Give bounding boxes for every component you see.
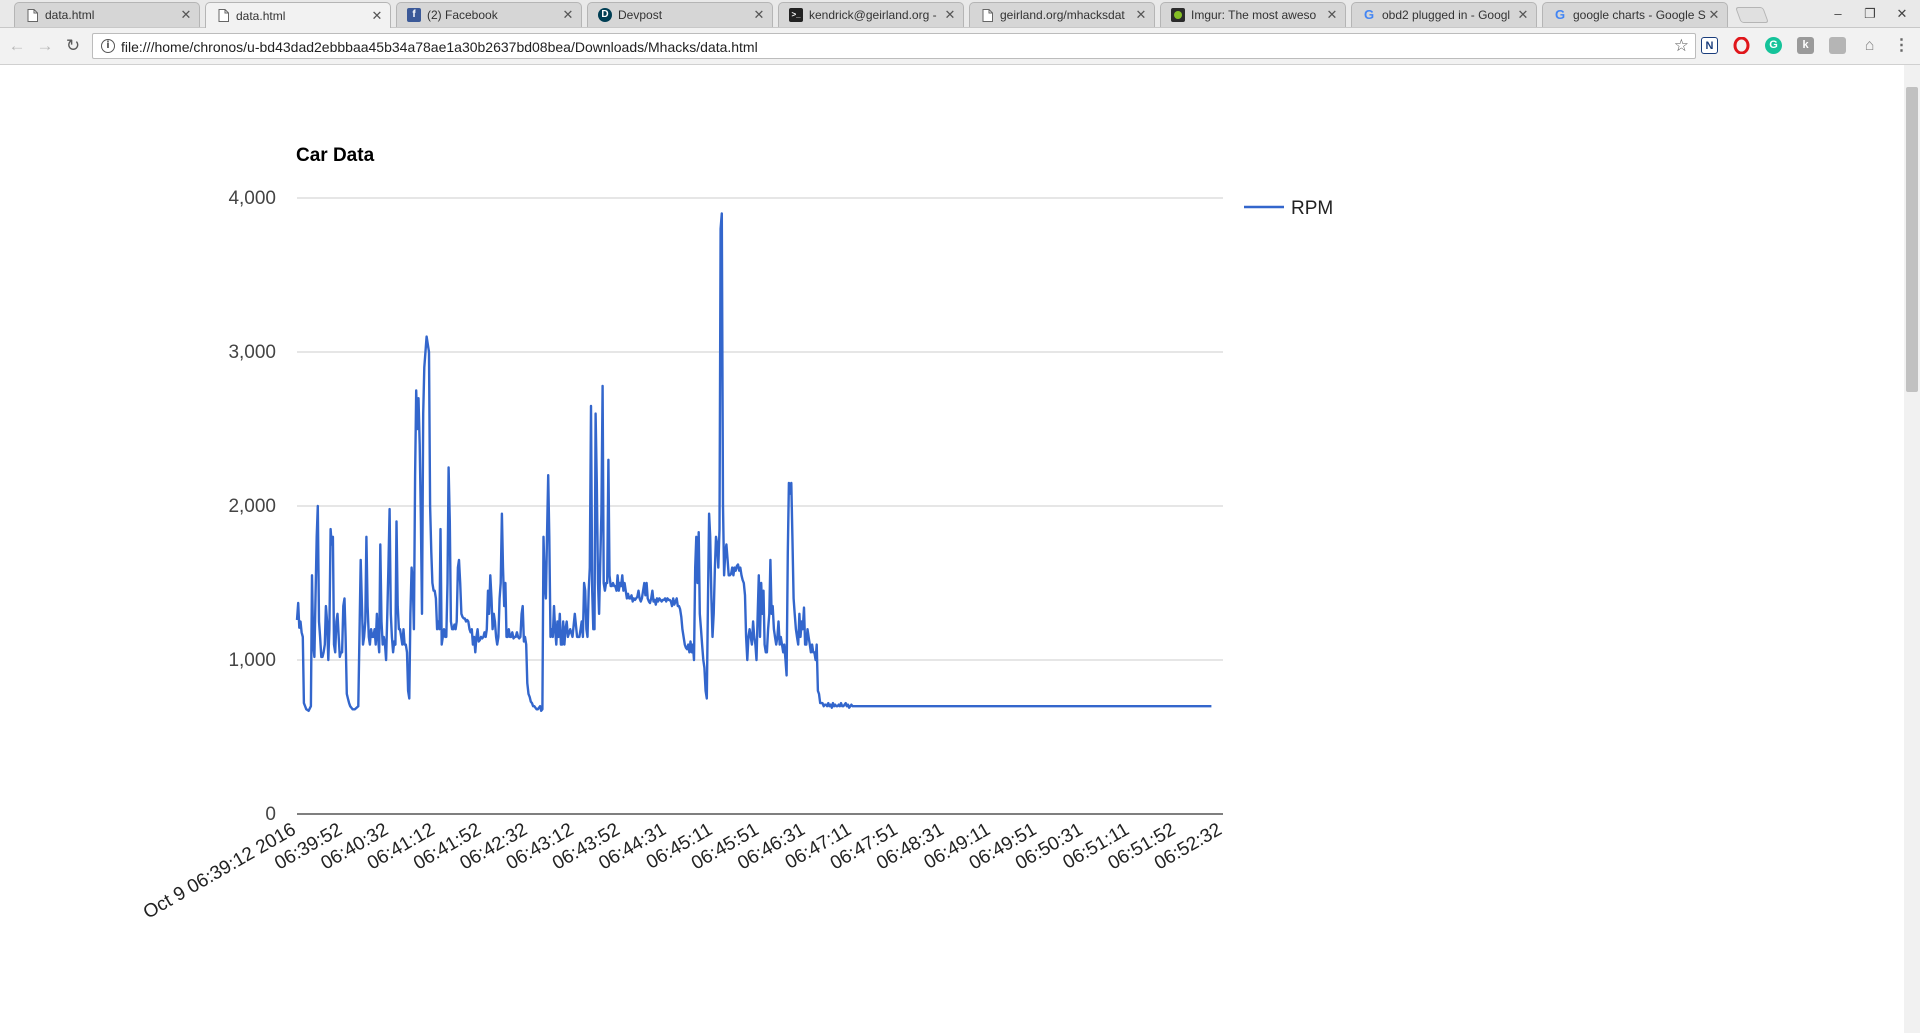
url-text[interactable]: file:///home/chronos/u-bd43dad2ebbbaa45b… (121, 39, 758, 55)
close-icon[interactable]: ✕ (752, 7, 766, 23)
tab-title: google charts - Google S (1573, 8, 1706, 22)
legend-label-rpm: RPM (1291, 198, 1333, 219)
close-icon[interactable]: ✕ (1516, 7, 1530, 23)
page-content: Car Data 0 1,000 2,000 3,000 4,000 Oct 9 06:… (0, 65, 1920, 1033)
x-axis-labels: Oct 9 06:39:12 201606:39:5206:40:3206:41… (140, 819, 1226, 923)
y-axis-labels: 0 1,000 2,000 3,000 4,000 (228, 188, 276, 825)
close-icon[interactable]: ✕ (370, 8, 384, 24)
tab-title: data.html (236, 8, 286, 23)
google-icon: G (1363, 7, 1375, 22)
y-tick-label: 4,000 (228, 188, 276, 209)
tab-title: Devpost (618, 8, 663, 22)
tab-facebook[interactable]: f (2) Facebook ✕ (396, 2, 582, 27)
close-icon[interactable]: ✕ (561, 7, 575, 23)
tab-strip: data.html ✕ data.html ✕ f (2) Facebook ✕… (0, 0, 1920, 28)
line-chart: Car Data 0 1,000 2,000 3,000 4,000 Oct 9 06:… (140, 145, 1333, 923)
legend: RPM (1244, 198, 1333, 219)
devpost-icon: D (598, 8, 612, 22)
tab-imgur[interactable]: Imgur: The most aweso ✕ (1160, 2, 1346, 27)
vertical-scrollbar[interactable] (1904, 65, 1920, 1033)
gridlines (297, 197, 1223, 815)
tab-google-obd2[interactable]: G obd2 plugged in - Googl ✕ (1351, 2, 1537, 27)
close-window-icon[interactable]: ✕ (1890, 4, 1914, 24)
document-icon (216, 9, 230, 23)
tab-terminal[interactable]: >_ kendrick@geirland.org - ✕ (778, 2, 964, 27)
reload-icon[interactable]: ↻ (62, 35, 84, 57)
tab-title: data.html (45, 8, 95, 22)
x-tick-label: Oct 9 06:39:12 2016 (140, 819, 300, 923)
address-bar[interactable]: i file:///home/chronos/u-bd43dad2ebbbaa4… (92, 33, 1696, 59)
chart-title: Car Data (296, 145, 375, 166)
close-icon[interactable]: ✕ (943, 7, 957, 23)
close-icon[interactable]: ✕ (179, 7, 193, 23)
grammarly-extension-icon[interactable]: G (1765, 37, 1782, 54)
minimize-icon[interactable]: ‒ (1826, 4, 1850, 24)
y-tick-label: 0 (265, 804, 276, 825)
tab-title: obd2 plugged in - Googl (1382, 8, 1511, 22)
tab-data-html-2[interactable]: data.html ✕ (205, 2, 391, 28)
tab-title: Imgur: The most aweso (1191, 8, 1317, 22)
tab-geirland[interactable]: geirland.org/mhacksdat ✕ (969, 2, 1155, 27)
tab-title: kendrick@geirland.org - (809, 8, 937, 22)
facebook-icon: f (407, 8, 421, 22)
new-tab-button[interactable] (1735, 7, 1769, 23)
series-line-rpm (295, 212, 1212, 712)
info-icon[interactable]: i (101, 39, 115, 53)
close-icon[interactable]: ✕ (1707, 7, 1721, 23)
tab-google-charts[interactable]: G google charts - Google S ✕ (1542, 2, 1728, 27)
browser-toolbar: ← → ↻ i file:///home/chronos/u-bd43dad2e… (0, 28, 1920, 65)
imgur-icon (1171, 8, 1185, 22)
star-icon[interactable]: ☆ (1674, 36, 1689, 56)
tab-data-html-1[interactable]: data.html ✕ (14, 2, 200, 27)
menu-icon[interactable]: ⋮ (1893, 37, 1910, 54)
forward-arrow-icon[interactable]: → (34, 35, 56, 57)
y-tick-label: 1,000 (228, 650, 276, 671)
close-icon[interactable]: ✕ (1134, 7, 1148, 23)
back-arrow-icon[interactable]: ← (6, 35, 28, 57)
restore-icon[interactable]: ❐ (1858, 4, 1882, 24)
y-tick-label: 2,000 (228, 496, 276, 517)
gray-extension-icon[interactable]: k (1797, 37, 1814, 54)
n-extension-icon[interactable]: N (1701, 37, 1718, 54)
google-icon: G (1554, 7, 1566, 22)
tab-devpost[interactable]: D Devpost ✕ (587, 2, 773, 27)
close-icon[interactable]: ✕ (1325, 7, 1339, 23)
tab-title: geirland.org/mhacksdat (1000, 8, 1125, 22)
opera-extension-icon[interactable] (1733, 36, 1750, 55)
tab-title: (2) Facebook (427, 8, 498, 22)
terminal-icon: >_ (789, 8, 803, 22)
cast-extension-icon[interactable] (1829, 37, 1846, 54)
scrollbar-thumb[interactable] (1906, 87, 1918, 392)
document-icon (980, 8, 994, 22)
home-icon[interactable]: ⌂ (1861, 37, 1878, 54)
document-icon (25, 8, 39, 22)
y-tick-label: 3,000 (228, 342, 276, 363)
